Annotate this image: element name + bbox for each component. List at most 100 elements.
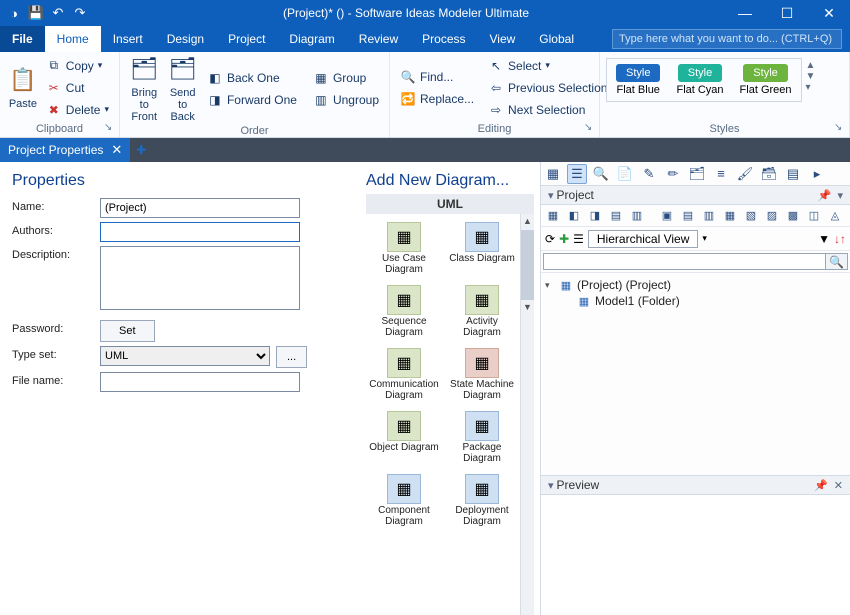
- clipboard-launcher-icon[interactable]: ↘: [104, 122, 116, 134]
- diagram-deployment-diagram[interactable]: ▦Deployment Diagram: [446, 474, 518, 527]
- tab-view[interactable]: View: [478, 26, 528, 52]
- diagram-group-uml[interactable]: UML: [366, 194, 534, 214]
- preview-close-icon[interactable]: ✕: [834, 479, 843, 492]
- tool-icon-9[interactable]: 🖌: [735, 164, 755, 184]
- save-icon[interactable]: 💾: [28, 5, 44, 21]
- next-selection-button[interactable]: ⇨Next Selection: [484, 99, 611, 121]
- diagram-scrollbar[interactable]: ▲ ▼: [520, 214, 534, 615]
- tab-project[interactable]: Project: [216, 26, 277, 52]
- diagram-package-diagram[interactable]: ▦Package Diagram: [446, 411, 518, 464]
- diagram-activity-diagram[interactable]: ▦Activity Diagram: [446, 285, 518, 338]
- undo-icon[interactable]: ↶: [50, 5, 66, 21]
- new-tab-icon[interactable]: ✚: [130, 138, 152, 162]
- proj-btn-9[interactable]: ▦: [721, 207, 739, 225]
- diagram-state-machine-diagram[interactable]: ▦State Machine Diagram: [446, 348, 518, 401]
- proj-btn-6[interactable]: ▣: [658, 207, 676, 225]
- proj-btn-1[interactable]: ▦: [544, 207, 562, 225]
- tool-icon-8[interactable]: ≡: [711, 164, 731, 184]
- diagram-use-case-diagram[interactable]: ▦Use Case Diagram: [368, 222, 440, 275]
- proj-btn-4[interactable]: ▤: [607, 207, 625, 225]
- sort-icon[interactable]: ↓↑: [834, 232, 846, 246]
- ungroup-button[interactable]: ▥Ungroup: [309, 89, 383, 111]
- back-one-button[interactable]: ◧Back One: [203, 67, 301, 89]
- typeset-more-button[interactable]: ...: [276, 346, 307, 368]
- view-mode-select[interactable]: Hierarchical View: [588, 230, 698, 248]
- proj-btn-2[interactable]: ◧: [565, 207, 583, 225]
- styles-launcher-icon[interactable]: ↘: [834, 122, 846, 134]
- redo-icon[interactable]: ↷: [72, 5, 88, 21]
- filter-icon[interactable]: ▼: [818, 232, 830, 246]
- proj-btn-10[interactable]: ▧: [742, 207, 760, 225]
- authors-field[interactable]: [100, 222, 300, 242]
- group-button[interactable]: ▦Group: [309, 67, 383, 89]
- previous-selection-button[interactable]: ⇦Previous Selection: [484, 77, 611, 99]
- tool-icon-1[interactable]: ▦: [543, 164, 563, 184]
- proj-btn-14[interactable]: ◬: [826, 207, 844, 225]
- proj-btn-5[interactable]: ▥: [628, 207, 646, 225]
- style-flat-cyan[interactable]: Style Flat Cyan: [670, 62, 729, 98]
- tool-icon-6[interactable]: ✏: [663, 164, 683, 184]
- editing-launcher-icon[interactable]: ↘: [584, 122, 596, 134]
- name-field[interactable]: [100, 198, 300, 218]
- password-set-button[interactable]: Set: [100, 320, 155, 342]
- proj-btn-13[interactable]: ◫: [805, 207, 823, 225]
- forward-one-button[interactable]: ◨Forward One: [203, 89, 301, 111]
- tab-review[interactable]: Review: [347, 26, 410, 52]
- project-search-input[interactable]: [543, 253, 826, 270]
- tell-me-search[interactable]: Type here what you want to do... (CTRL+Q…: [612, 29, 842, 49]
- typeset-select[interactable]: UML: [100, 346, 270, 366]
- proj-btn-11[interactable]: ▨: [763, 207, 781, 225]
- proj-btn-7[interactable]: ▤: [679, 207, 697, 225]
- tool-icon-11[interactable]: ▤: [783, 164, 803, 184]
- collapse-preview-icon[interactable]: ▾: [548, 479, 554, 492]
- doc-tab-project-properties[interactable]: Project Properties ✕: [0, 138, 130, 162]
- add-icon[interactable]: ✚: [559, 232, 569, 246]
- proj-btn-12[interactable]: ▩: [784, 207, 802, 225]
- close-tab-icon[interactable]: ✕: [111, 142, 122, 158]
- tab-design[interactable]: Design: [155, 26, 216, 52]
- tool-icon-7[interactable]: 🗂: [687, 164, 707, 184]
- tool-icon-10[interactable]: 🗃: [759, 164, 779, 184]
- minimize-button[interactable]: —: [724, 0, 766, 26]
- tool-icon-12[interactable]: ▸: [807, 164, 827, 184]
- diagram-component-diagram[interactable]: ▦Component Diagram: [368, 474, 440, 527]
- scroll-up-icon[interactable]: ▲: [521, 214, 534, 228]
- styles-scroll-down-icon[interactable]: ▼: [806, 71, 816, 82]
- tool-icon-5[interactable]: ✎: [639, 164, 659, 184]
- tab-insert[interactable]: Insert: [101, 26, 155, 52]
- copy-button[interactable]: ⧉Copy ▾: [42, 55, 113, 77]
- select-button[interactable]: ↖Select ▾: [484, 55, 611, 77]
- list-mode-icon[interactable]: ☰: [573, 232, 584, 246]
- preview-pin-icon[interactable]: 📌: [814, 479, 828, 492]
- tool-icon-4[interactable]: 📄: [615, 164, 635, 184]
- pin-icon[interactable]: 📌: [818, 189, 832, 202]
- diagram-sequence-diagram[interactable]: ▦Sequence Diagram: [368, 285, 440, 338]
- project-search-button[interactable]: 🔍: [826, 253, 848, 270]
- delete-button[interactable]: ✖Delete ▾: [42, 99, 113, 121]
- tab-diagram[interactable]: Diagram: [277, 26, 346, 52]
- proj-btn-8[interactable]: ▥: [700, 207, 718, 225]
- style-flat-green[interactable]: Style Flat Green: [734, 62, 798, 98]
- tool-icon-3[interactable]: 🔍: [591, 164, 611, 184]
- description-field[interactable]: [100, 246, 300, 310]
- project-tree[interactable]: ▾ ▦ (Project) (Project) ▦ Model1 (Folder…: [541, 273, 850, 475]
- scroll-thumb[interactable]: [521, 230, 534, 300]
- tab-global[interactable]: Global: [527, 26, 586, 52]
- send-to-back-button[interactable]: 🗂 Send to Back: [164, 54, 200, 123]
- pane-menu-icon[interactable]: ▾: [837, 189, 843, 202]
- scroll-down-icon[interactable]: ▼: [521, 300, 534, 314]
- collapse-icon[interactable]: ▾: [548, 189, 554, 202]
- styles-scroll-up-icon[interactable]: ▲: [806, 60, 816, 71]
- file-menu[interactable]: File: [0, 26, 45, 52]
- bring-to-front-button[interactable]: 🗂 Bring to Front: [126, 54, 162, 123]
- tool-icon-2[interactable]: ☰: [567, 164, 587, 184]
- style-flat-blue[interactable]: Style Flat Blue: [610, 62, 666, 98]
- close-button[interactable]: ✕: [808, 0, 850, 26]
- refresh-icon[interactable]: ⟳: [545, 232, 555, 246]
- caret-icon[interactable]: ▾: [545, 280, 555, 291]
- diagram-communication-diagram[interactable]: ▦Communication Diagram: [368, 348, 440, 401]
- tab-process[interactable]: Process: [410, 26, 477, 52]
- paste-button[interactable]: 📋 Paste: [6, 54, 40, 121]
- diagram-object-diagram[interactable]: ▦Object Diagram: [368, 411, 440, 464]
- find-button[interactable]: 🔍Find...: [396, 66, 478, 88]
